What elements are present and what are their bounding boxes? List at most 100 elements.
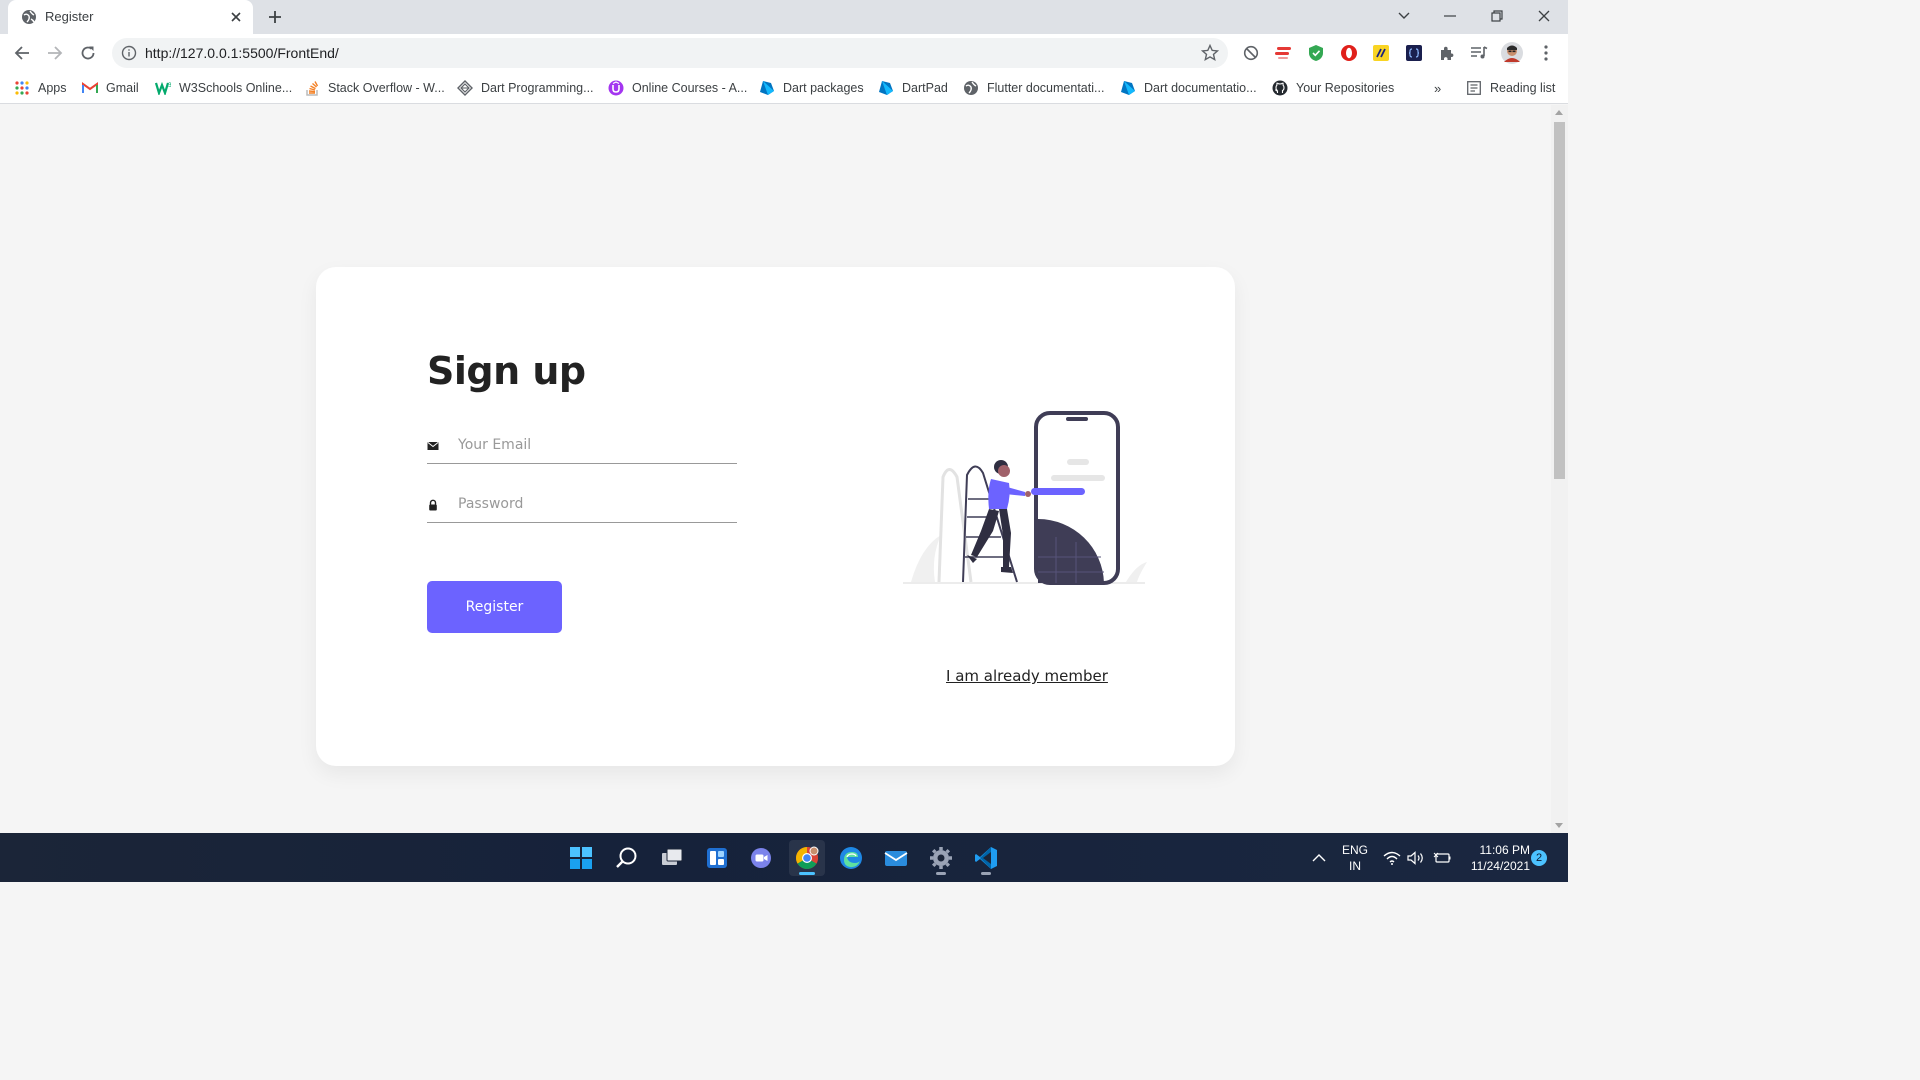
bookmark-label: Your Repositories	[1296, 81, 1395, 95]
chrome-menu-icon[interactable]	[1536, 43, 1556, 63]
chrome-taskbar-button[interactable]	[789, 840, 825, 876]
vscode-taskbar-button[interactable]	[968, 840, 1004, 876]
restore-icon[interactable]	[1485, 4, 1509, 28]
bookmark-stackoverflow[interactable]: Stack Overflow - W...	[304, 78, 445, 98]
stackoverflow-icon	[304, 80, 320, 96]
dartpad-icon	[878, 80, 894, 96]
start-icon	[570, 847, 592, 869]
bookmark-label: Stack Overflow - W...	[328, 81, 445, 95]
widgets-button[interactable]	[699, 840, 735, 876]
search-icon	[616, 847, 637, 868]
email-field-group	[427, 430, 737, 464]
vscode-icon	[975, 847, 997, 869]
page-title: Sign up	[427, 349, 586, 393]
new-tab-icon[interactable]	[266, 8, 284, 26]
bookmark-online-courses[interactable]: Online Courses - A...	[608, 78, 747, 98]
start-button[interactable]	[563, 840, 599, 876]
already-member-link[interactable]: I am already member	[946, 667, 1108, 685]
mail-icon	[884, 851, 908, 866]
svg-text:3: 3	[168, 82, 171, 89]
register-button[interactable]: Register	[427, 581, 562, 633]
bookmark-your-repositories[interactable]: Your Repositories	[1272, 78, 1394, 98]
back-arrow-icon[interactable]	[10, 41, 34, 65]
edge-icon	[840, 847, 862, 869]
close-window-icon[interactable]	[1532, 4, 1556, 28]
teams-chat-button[interactable]	[743, 840, 779, 876]
volume-icon[interactable]	[1406, 833, 1426, 882]
bookmark-label: Online Courses - A...	[632, 81, 748, 95]
task-view-button[interactable]	[654, 840, 690, 876]
notification-count-badge[interactable]: 2	[1531, 850, 1547, 866]
address-bar[interactable]: http://127.0.0.1:5500/FrontEnd/	[112, 38, 1228, 68]
puzzle-extensions-icon[interactable]	[1437, 43, 1457, 63]
bookmark-w3schools[interactable]: 3 W3Schools Online...	[155, 78, 292, 98]
globe-icon	[22, 10, 36, 24]
reading-list-icon	[1466, 80, 1482, 96]
email-input[interactable]	[458, 430, 733, 460]
browser-toolbar: http://127.0.0.1:5500/FrontEnd/	[0, 34, 1568, 72]
chrome-icon	[796, 846, 819, 869]
udemy-icon	[608, 80, 624, 96]
reading-list-button[interactable]: Reading list	[1466, 78, 1555, 98]
bookmark-label: W3Schools Online...	[179, 81, 293, 95]
tab-strip: Register	[0, 0, 1568, 34]
gmail-icon	[82, 80, 98, 96]
teams-chat-icon	[751, 848, 771, 868]
vertical-scrollbar[interactable]	[1551, 105, 1568, 833]
scroll-up-arrow-icon[interactable]	[1555, 110, 1563, 115]
windows-taskbar: ENG IN 11:06 PM 11/24/2021	[0, 833, 1568, 882]
widgets-icon	[707, 848, 727, 868]
bookmark-label: Flutter documentati...	[987, 81, 1105, 95]
bookmarks-bar: Apps Gmail 3 W3Schools Online... Stack O…	[0, 72, 1568, 104]
system-clock[interactable]: 11:06 PM 11/24/2021	[1462, 842, 1530, 874]
site-info-icon[interactable]	[121, 45, 137, 61]
apps-grid-icon	[14, 80, 30, 96]
bookmark-label: Dart documentatio...	[1144, 81, 1257, 95]
opera-extension-icon[interactable]	[1339, 43, 1359, 63]
bookmark-gmail[interactable]: Gmail	[82, 78, 139, 98]
signup-illustration	[903, 411, 1147, 585]
profile-avatar[interactable]	[1500, 41, 1524, 65]
settings-taskbar-button[interactable]	[923, 840, 959, 876]
running-app-indicator	[936, 872, 946, 875]
password-input[interactable]	[458, 489, 733, 519]
reload-icon[interactable]	[76, 41, 100, 65]
bookmark-label: Gmail	[106, 81, 139, 95]
bookmark-dart-programming[interactable]: Dart Programming...	[457, 78, 594, 98]
block-extension-icon[interactable]	[1241, 43, 1261, 63]
code-extension-icon[interactable]	[1404, 43, 1424, 63]
notes-extension-icon[interactable]	[1371, 43, 1391, 63]
speed-extension-icon[interactable]	[1273, 43, 1293, 63]
tab-title: Register	[45, 9, 94, 24]
bookmark-label: Dart packages	[783, 81, 864, 95]
dart-packages-icon	[759, 80, 775, 96]
edge-taskbar-button[interactable]	[833, 840, 869, 876]
battery-icon[interactable]	[1432, 833, 1452, 882]
minimize-icon[interactable]	[1438, 4, 1462, 28]
running-app-indicator	[981, 872, 991, 875]
bookmark-star-icon[interactable]	[1201, 44, 1219, 62]
scroll-thumb[interactable]	[1554, 122, 1565, 479]
tab-close-icon[interactable]	[227, 8, 245, 26]
url-text[interactable]: http://127.0.0.1:5500/FrontEnd/	[145, 45, 339, 61]
lock-icon	[429, 499, 437, 511]
bookmark-flutter-docs[interactable]: Flutter documentati...	[963, 78, 1104, 98]
scroll-down-arrow-icon[interactable]	[1555, 823, 1563, 828]
bookmark-dart-docs[interactable]: Dart documentatio...	[1120, 78, 1257, 98]
bookmark-dartpad[interactable]: DartPad	[878, 78, 948, 98]
wifi-icon[interactable]	[1382, 833, 1402, 882]
language-line-1: ENG	[1341, 843, 1368, 857]
bookmark-apps[interactable]: Apps	[14, 78, 67, 98]
search-button[interactable]	[609, 840, 645, 876]
bookmark-dart-packages[interactable]: Dart packages	[759, 78, 864, 98]
tab-register[interactable]: Register	[8, 0, 253, 34]
mail-taskbar-button[interactable]	[878, 840, 914, 876]
forward-arrow-icon[interactable]	[43, 41, 67, 65]
bookmarks-overflow-chevron[interactable]: »	[1434, 78, 1441, 98]
language-indicator[interactable]: ENG IN	[1340, 842, 1370, 874]
tab-search-chevron-icon[interactable]	[1392, 4, 1416, 28]
bookmark-label: Apps	[38, 81, 67, 95]
shield-icon[interactable]	[1306, 43, 1326, 63]
media-control-icon[interactable]	[1469, 43, 1489, 63]
tray-overflow-chevron-icon[interactable]	[1308, 833, 1330, 882]
